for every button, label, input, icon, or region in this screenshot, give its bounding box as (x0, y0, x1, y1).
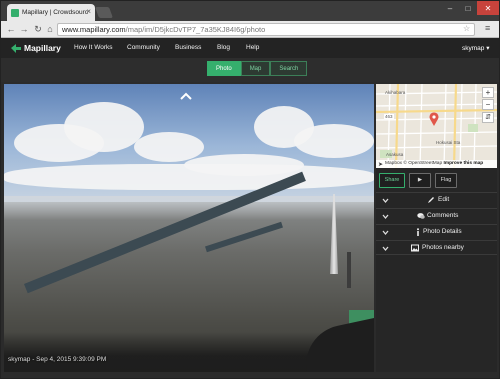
maximize-button[interactable]: □ (459, 1, 477, 15)
section-photo-details[interactable]: Photo Details (376, 224, 497, 239)
map-label: Akihabara (385, 90, 406, 95)
section-photo-details-label: Photo Details (423, 228, 462, 235)
mode-map-button[interactable]: Map (240, 61, 271, 76)
browser-menu-icon[interactable]: ≡ (485, 23, 490, 33)
nav-business[interactable]: Business (175, 44, 201, 51)
comments-icon (417, 213, 425, 219)
share-button[interactable]: Share (379, 173, 405, 188)
mapillary-favicon-icon (11, 8, 19, 17)
playback-controls: Share ▶ Flag (379, 173, 457, 188)
zoom-in-button[interactable]: + (482, 87, 494, 98)
new-tab-button[interactable] (94, 7, 114, 18)
url-host: www.mapillary.com (62, 25, 126, 34)
compass-icon[interactable]: ⇵ (482, 112, 494, 123)
nav-help[interactable]: Help (246, 44, 259, 51)
mapillary-logo-icon (11, 43, 21, 53)
section-photos-nearby-label: Photos nearby (422, 244, 464, 251)
tab-strip: Mapillary | Crowdsourc × – □ ✕ (1, 1, 499, 21)
bookmark-star-icon[interactable]: ☆ (463, 24, 470, 33)
map-label: Asakusa (386, 152, 404, 157)
chevron-up-icon[interactable] (180, 92, 192, 100)
mapillary-logo[interactable]: Mapillary (11, 43, 61, 53)
nav-how-it-works[interactable]: How It Works (74, 44, 113, 51)
improve-map-link[interactable]: Improve this map (443, 161, 483, 166)
photo-viewer[interactable]: skymap - Sep 4, 2015 9:39:09 PM (4, 84, 374, 372)
photo-cloud (64, 102, 144, 152)
mapbox-logo-text: Mapbox (385, 161, 404, 166)
map-label: 463 (384, 114, 394, 119)
section-edit[interactable]: Edit (376, 192, 497, 207)
osm-attribution: © OpenStreetMap (403, 161, 444, 166)
photo-caption: skymap - Sep 4, 2015 9:39:09 PM (8, 356, 107, 363)
mode-switcher: Photo Map Search (207, 61, 308, 76)
mode-photo-button[interactable]: Photo (207, 61, 241, 76)
tab-title: Mapillary | Crowdsourc (22, 9, 88, 16)
brand-name: Mapillary (24, 43, 61, 53)
browser-tab[interactable]: Mapillary | Crowdsourc × (7, 4, 95, 21)
photo-cloud (294, 124, 374, 158)
back-arrow-icon[interactable]: ← (5, 23, 17, 35)
zoom-out-button[interactable]: − (482, 99, 494, 110)
flag-button[interactable]: Flag (435, 173, 457, 188)
nav-community[interactable]: Community (127, 44, 160, 51)
viewer-mode-bar: Photo Map Search (1, 58, 499, 82)
minimize-button[interactable]: – (441, 1, 459, 15)
map-pin-icon (429, 112, 439, 126)
browser-toolbar: ← → ↻ ⌂ www.mapillary.com/map/im/D5jkcDv… (1, 21, 499, 38)
address-bar[interactable]: www.mapillary.com/map/im/D5jkcDvTP7_7a35… (57, 23, 475, 36)
section-edit-label: Edit (438, 196, 450, 203)
close-tab-icon[interactable]: × (86, 7, 91, 16)
image-icon (411, 244, 419, 252)
photo-building (347, 252, 351, 288)
reload-icon[interactable]: ↻ (32, 23, 44, 35)
section-photos-nearby[interactable]: Photos nearby (376, 240, 497, 255)
pencil-icon (428, 197, 434, 203)
mode-search-button[interactable]: Search (270, 61, 308, 76)
locate-arrow-icon[interactable]: ➤ (378, 161, 383, 168)
mini-map[interactable]: Akihabara Hokusai Sta 463 Asakusa + − ⇵ … (376, 84, 497, 168)
side-panel: Akihabara Hokusai Sta 463 Asakusa + − ⇵ … (376, 84, 497, 372)
username: skymap (462, 45, 485, 52)
chevron-down-icon (382, 230, 389, 236)
nav-blog[interactable]: Blog (217, 44, 230, 51)
play-button[interactable]: ▶ (409, 173, 431, 188)
section-comments[interactable]: Comments (376, 208, 497, 223)
close-window-button[interactable]: ✕ (477, 1, 499, 15)
section-comments-label: Comments (427, 212, 459, 219)
photo-cloud (134, 132, 204, 162)
home-icon[interactable]: ⌂ (44, 23, 56, 35)
map-attribution: Mapbox © OpenStreetMap Improve this map (376, 160, 497, 168)
browser-window: Mapillary | Crowdsourc × – □ ✕ ← → ↻ ⌂ w… (0, 0, 500, 379)
forward-arrow-icon[interactable]: → (18, 23, 30, 35)
info-icon (417, 228, 419, 236)
chevron-down-icon (382, 214, 389, 220)
map-label: Hokusai Sta (436, 140, 461, 145)
chevron-down-icon (382, 198, 389, 204)
photo-cloud (4, 164, 374, 190)
user-menu[interactable]: skymap ▾ (462, 44, 489, 52)
url-path: /map/im/D5jkcDvTP7_7a35KJ84I6g/photo (125, 25, 266, 34)
site-header: Mapillary How It Works Community Busines… (1, 38, 499, 58)
chevron-down-icon (382, 246, 389, 252)
